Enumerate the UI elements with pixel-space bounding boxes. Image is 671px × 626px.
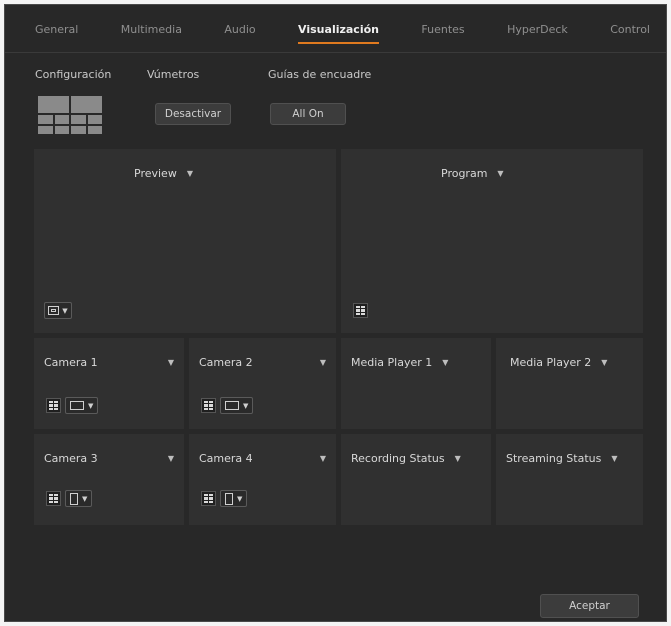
program-source-dropdown[interactable]: Program ▼ — [441, 167, 504, 180]
meters-disable-button[interactable]: Desactivar — [155, 103, 231, 125]
tab-hyperdeck[interactable]: HyperDeck — [507, 23, 568, 36]
small-view-6-controls: ▼ — [201, 490, 248, 507]
small-view-5-dropdown[interactable]: Camera 3 ▼ — [44, 452, 174, 465]
small-view-2: Camera 2 ▼ ▼ — [189, 338, 336, 429]
chevron-down-icon: ▼ — [167, 358, 174, 367]
small-view-6-label: Camera 4 — [199, 452, 253, 465]
audio-meter-icon[interactable] — [46, 491, 61, 506]
preview-source-dropdown[interactable]: Preview ▼ — [134, 167, 193, 180]
small-view-3-dropdown[interactable]: Media Player 1 ▼ — [351, 356, 448, 369]
audio-meter-icon[interactable] — [201, 398, 216, 413]
safe-area-icon[interactable]: ▼ — [220, 397, 254, 414]
small-view-4-label: Media Player 2 — [510, 356, 592, 369]
small-view-2-label: Camera 2 — [199, 356, 253, 369]
safe-area-icon[interactable]: ▼ — [220, 490, 248, 507]
small-view-5: Camera 3 ▼ ▼ — [34, 434, 184, 525]
small-view-6-dropdown[interactable]: Camera 4 ▼ — [199, 452, 326, 465]
small-view-7-dropdown[interactable]: Recording Status ▼ — [351, 452, 461, 465]
safe-area-icon[interactable]: ▼ — [65, 490, 93, 507]
safe-area-icon[interactable]: ▼ — [65, 397, 99, 414]
small-view-5-label: Camera 3 — [44, 452, 98, 465]
chevron-down-icon: ▼ — [611, 454, 618, 463]
program-panel: Program ▼ — [341, 149, 643, 333]
small-view-7-label: Recording Status — [351, 452, 445, 465]
chevron-down-icon: ▼ — [454, 454, 461, 463]
chevron-down-icon: ▼ — [319, 454, 326, 463]
audio-meter-button[interactable] — [353, 302, 368, 319]
meters-label: Vúmetros — [147, 68, 200, 81]
small-view-5-controls: ▼ — [46, 490, 93, 507]
small-view-1-label: Camera 1 — [44, 356, 98, 369]
audio-meter-icon[interactable] — [201, 491, 216, 506]
guides-all-on-button[interactable]: All On — [270, 103, 346, 125]
audio-meter-icon[interactable] — [46, 398, 61, 413]
tab-visualizacion[interactable]: Visualización — [298, 23, 379, 44]
small-view-1-dropdown[interactable]: Camera 1 ▼ — [44, 356, 174, 369]
tab-bar: General Multimedia Audio Visualización F… — [5, 5, 666, 53]
small-view-3: Media Player 1 ▼ — [341, 338, 491, 429]
small-view-6: Camera 4 ▼ ▼ — [189, 434, 336, 525]
audio-meter-icon — [353, 303, 368, 318]
chevron-down-icon: ▼ — [319, 358, 326, 367]
tab-general[interactable]: General — [35, 23, 78, 36]
small-view-3-label: Media Player 1 — [351, 356, 433, 369]
preview-source-label: Preview — [134, 167, 177, 180]
tab-fuentes[interactable]: Fuentes — [421, 23, 464, 36]
chevron-down-icon: ▼ — [167, 454, 174, 463]
accept-button[interactable]: Aceptar — [540, 594, 639, 618]
small-view-4: Media Player 2 ▼ — [496, 338, 643, 429]
chevron-down-icon: ▼ — [601, 358, 608, 367]
small-view-1-controls: ▼ — [46, 397, 99, 414]
safe-area-icon: ▼ — [44, 302, 72, 319]
tab-multimedia[interactable]: Multimedia — [121, 23, 182, 36]
tab-divider — [5, 52, 666, 53]
small-view-7: Recording Status ▼ — [341, 434, 491, 525]
preview-panel: Preview ▼ ▼ — [34, 149, 336, 333]
tab-control[interactable]: Control — [610, 23, 650, 36]
chevron-down-icon: ▼ — [186, 169, 193, 178]
small-view-1: Camera 1 ▼ ▼ — [34, 338, 184, 429]
chevron-down-icon: ▼ — [497, 169, 504, 178]
layout-thumbnail-icon[interactable] — [38, 96, 102, 134]
tab-audio[interactable]: Audio — [224, 23, 255, 36]
guides-label: Guías de encuadre — [268, 68, 372, 81]
safe-area-button[interactable]: ▼ — [44, 302, 72, 319]
config-label: Configuración — [35, 68, 112, 81]
program-source-label: Program — [441, 167, 488, 180]
small-view-2-controls: ▼ — [201, 397, 254, 414]
small-view-2-dropdown[interactable]: Camera 2 ▼ — [199, 356, 326, 369]
small-view-8: Streaming Status ▼ — [496, 434, 643, 525]
small-view-8-dropdown[interactable]: Streaming Status ▼ — [506, 452, 618, 465]
settings-dialog: General Multimedia Audio Visualización F… — [4, 4, 667, 622]
chevron-down-icon: ▼ — [442, 358, 449, 367]
small-view-8-label: Streaming Status — [506, 452, 602, 465]
small-view-4-dropdown[interactable]: Media Player 2 ▼ — [510, 356, 607, 369]
